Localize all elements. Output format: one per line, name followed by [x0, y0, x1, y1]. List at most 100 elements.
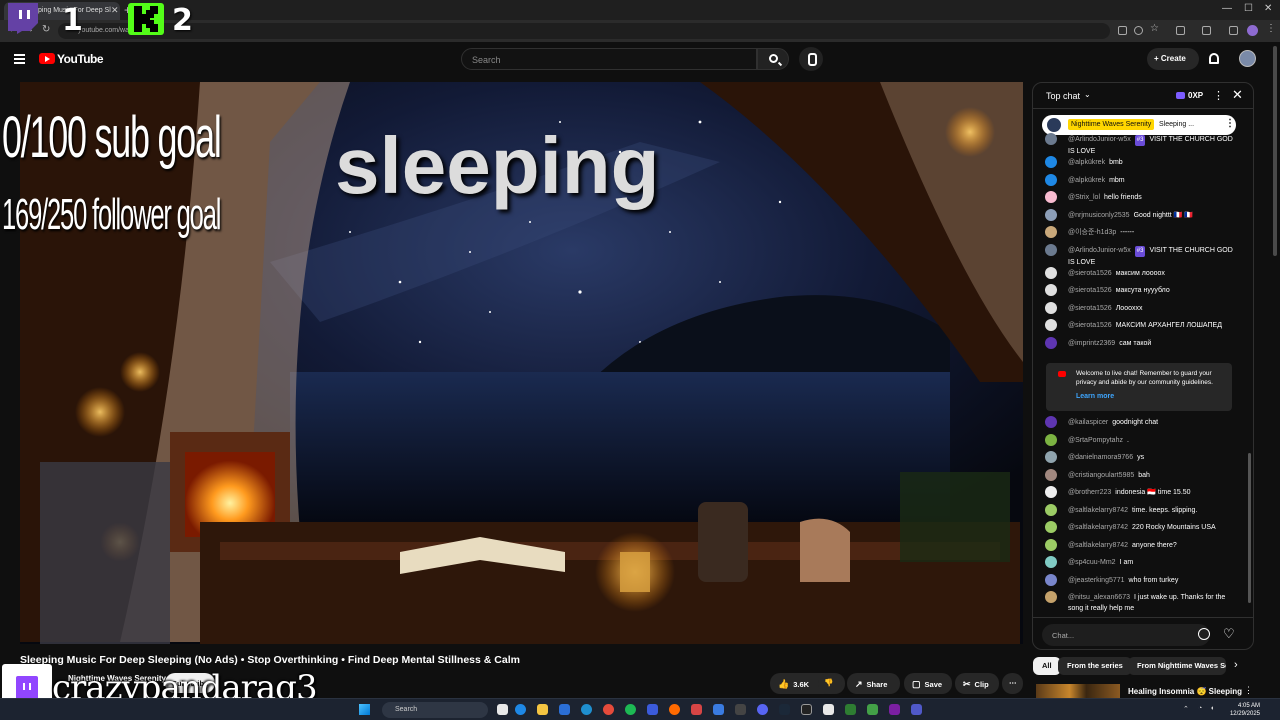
chevron-right-icon[interactable]: › [1234, 659, 1238, 671]
related-more-icon[interactable]: ⋮ [1244, 685, 1253, 696]
chat-author[interactable]: @이승준-h1d3p [1068, 229, 1116, 236]
bookmark-star-icon[interactable]: ☆ [1150, 23, 1159, 34]
share-button[interactable]: ↗ Share [847, 673, 900, 694]
zoom-icon[interactable] [1134, 26, 1143, 35]
taskbar-search[interactable]: Search [382, 702, 488, 718]
system-clock[interactable]: 4:05 AM 12/29/2025 [1226, 702, 1260, 718]
search-button[interactable] [757, 48, 789, 70]
chat-author[interactable]: @ArlindoJunior-w5x [1068, 247, 1131, 254]
chat-mode-selector[interactable]: Top chat [1046, 91, 1080, 101]
chat-author[interactable]: @ArlindoJunior-w5x [1068, 136, 1131, 143]
app-icon-6[interactable] [889, 704, 900, 715]
kick-app-icon[interactable] [801, 704, 812, 715]
chip-from-channel[interactable]: From Nighttime Waves Se [1128, 657, 1226, 675]
minimize-icon[interactable]: — [1222, 3, 1232, 14]
tray-chevron-icon[interactable]: ⌃ [1183, 705, 1189, 713]
chip-from-series[interactable]: From the series [1058, 657, 1132, 675]
related-video-title[interactable]: Healing Insomnia 😴 Sleeping [1128, 687, 1242, 696]
downloads-icon[interactable] [1229, 26, 1238, 35]
emoji-icon[interactable] [1198, 628, 1210, 640]
menu-icon[interactable] [14, 54, 25, 64]
youtube-logo-icon[interactable] [39, 53, 55, 64]
save-button[interactable]: ▢ Save [904, 673, 952, 694]
file-explorer-icon[interactable] [537, 704, 548, 715]
chat-avatar [1045, 284, 1057, 296]
chat-author[interactable]: @cristiangoulart5985 [1068, 472, 1134, 479]
chat-author[interactable]: @saltlakelarry8742 [1068, 524, 1128, 531]
app-icon-5[interactable] [823, 704, 834, 715]
task-view-icon[interactable] [497, 704, 508, 715]
chip-all[interactable]: All [1033, 657, 1061, 675]
chat-author[interactable]: @sierota1526 [1068, 270, 1112, 277]
chat-scrollbar[interactable] [1248, 453, 1251, 603]
steam-icon[interactable] [779, 704, 790, 715]
chrome-icon[interactable] [603, 704, 614, 715]
youtube-logo-text[interactable]: YouTube [57, 52, 104, 66]
edge-icon[interactable] [581, 704, 592, 715]
windows-start-icon[interactable] [359, 704, 370, 715]
xbox-icon[interactable] [867, 704, 878, 715]
account-avatar[interactable] [1239, 50, 1256, 67]
chat-author[interactable]: @kailaspicer [1068, 419, 1108, 426]
page-scrollbar[interactable] [1273, 46, 1277, 256]
store-icon[interactable] [559, 704, 570, 715]
browser-menu-icon[interactable]: ⋮ [1266, 23, 1276, 34]
chat-author[interactable]: @nitsu_alexan6673 [1068, 594, 1130, 601]
chat-author[interactable]: @nrjmusiconly2535 [1068, 212, 1130, 219]
app-icon-4[interactable] [735, 704, 746, 715]
spotify-icon[interactable] [625, 704, 636, 715]
search-input[interactable]: Search [461, 48, 757, 70]
chevron-down-icon[interactable]: ⌄ [1084, 90, 1091, 99]
related-video-thumbnail[interactable] [1036, 684, 1120, 698]
app-icon-3[interactable] [713, 704, 724, 715]
voice-search-icon[interactable] [799, 47, 823, 71]
learn-more-link[interactable]: Learn more [1076, 393, 1114, 400]
reload-icon[interactable]: ↻ [42, 24, 50, 35]
chat-author[interactable]: @Strix_lol [1068, 194, 1100, 201]
teams-icon[interactable] [911, 704, 922, 715]
window-close-icon[interactable]: ✕ [1264, 3, 1272, 14]
chat-author[interactable]: @sierota1526 [1068, 287, 1112, 294]
app-icon[interactable] [647, 704, 658, 715]
chat-author[interactable]: @alpkükrek [1068, 159, 1105, 166]
wifi-icon[interactable]: ◔ [1198, 705, 1202, 712]
dislike-button[interactable]: 👎 [818, 673, 842, 694]
pinned-message[interactable]: Nighttime Waves Serenity Sleeping ... ⋮ [1042, 115, 1236, 135]
excel-icon[interactable] [845, 704, 856, 715]
firefox-icon[interactable] [669, 704, 680, 715]
url-field[interactable]: youtube.com/wa... ...UC... [58, 23, 1110, 39]
browser-profile-avatar[interactable] [1247, 25, 1258, 36]
sidepanel-icon[interactable] [1202, 26, 1211, 35]
chat-author[interactable]: @imprintz2369 [1068, 340, 1115, 347]
chat-avatar [1045, 468, 1057, 481]
volume-icon[interactable]: ◖ [1210, 705, 1214, 712]
more-actions-button[interactable]: ⋯ [1002, 673, 1023, 694]
extensions-icon[interactable] [1176, 26, 1185, 35]
clip-button[interactable]: ✂ Clip [955, 673, 999, 694]
pinned-more-icon[interactable]: ⋮ [1225, 118, 1235, 129]
discord-icon[interactable] [757, 704, 768, 715]
chat-author[interactable]: @SrtaPompytahz [1068, 437, 1123, 444]
create-button[interactable]: + Create [1147, 48, 1199, 70]
chat-more-icon[interactable]: ⋮ [1213, 89, 1224, 102]
close-tab-icon[interactable]: ✕ [111, 5, 119, 16]
chat-author[interactable]: @jeasterking5771 [1068, 577, 1125, 584]
chat-input[interactable]: Chat... [1042, 624, 1210, 646]
chat-author[interactable]: @brotherr223 [1068, 489, 1111, 496]
chat-author[interactable]: @saltlakelarry8742 [1068, 507, 1128, 514]
xp-counter[interactable]: 0XP [1188, 91, 1203, 100]
youtube-header: YouTube Search + Create [0, 42, 1280, 78]
chat-author[interactable]: @sp4cuu-Mm2 [1068, 559, 1116, 566]
chat-author[interactable]: @saltlakelarry8742 [1068, 542, 1128, 549]
heart-icon[interactable]: ♡ [1223, 626, 1235, 642]
copilot-icon[interactable] [515, 704, 526, 715]
chat-author[interactable]: @alpkükrek [1068, 177, 1105, 184]
app-icon-2[interactable] [691, 704, 702, 715]
notifications-bell-icon[interactable] [1209, 53, 1219, 64]
chat-close-icon[interactable]: ✕ [1232, 87, 1243, 103]
chat-author[interactable]: @sierota1526 [1068, 322, 1112, 329]
cast-icon[interactable] [1118, 26, 1127, 35]
chat-author[interactable]: @danielnamora9766 [1068, 454, 1133, 461]
maximize-icon[interactable]: ☐ [1244, 3, 1253, 14]
chat-author[interactable]: @sierota1526 [1068, 305, 1112, 312]
